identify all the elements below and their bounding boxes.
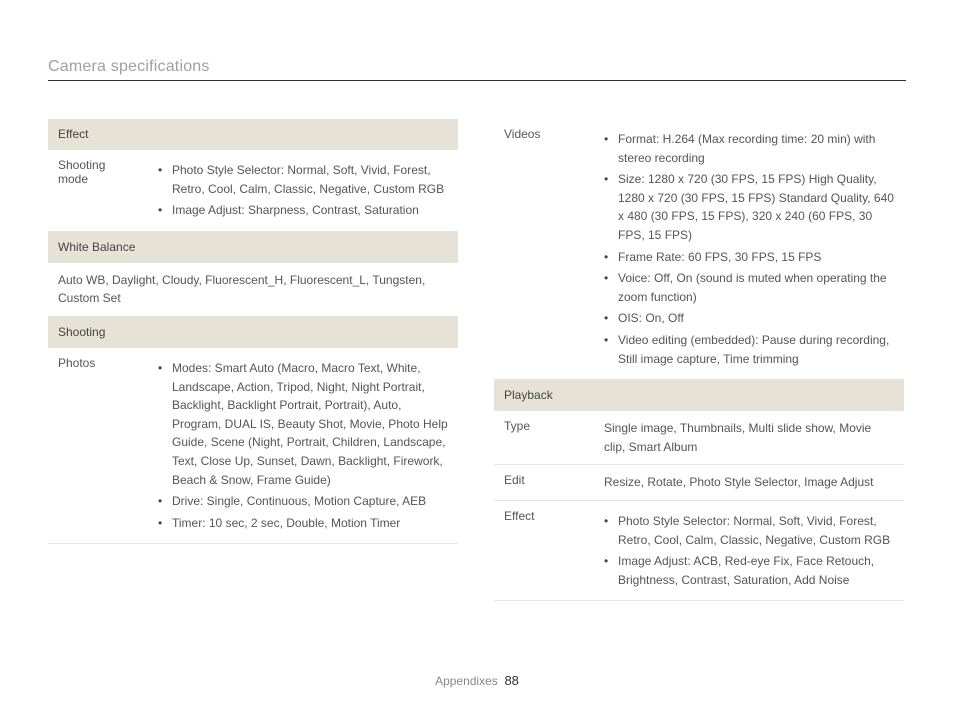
section-header: Shooting bbox=[48, 316, 458, 347]
list-item: Video editing (embedded): Pause during r… bbox=[604, 331, 894, 368]
section-row-wb: White Balance bbox=[48, 231, 458, 262]
label-type: Type bbox=[494, 411, 594, 465]
value-type: Single image, Thumbnails, Multi slide sh… bbox=[594, 411, 904, 465]
label-edit: Edit bbox=[494, 465, 594, 501]
list-item: Image Adjust: ACB, Red-eye Fix, Face Ret… bbox=[604, 552, 894, 589]
label-photos: Photos bbox=[48, 347, 148, 543]
row-shooting-mode: Shooting mode Photo Style Selector: Norm… bbox=[48, 150, 458, 232]
section-row-shooting: Shooting bbox=[48, 316, 458, 347]
spec-table-right: Videos Format: H.264 (Max recording time… bbox=[494, 119, 904, 601]
label-effect: Effect bbox=[494, 500, 594, 600]
page-title: Camera specifications bbox=[48, 58, 906, 76]
row-videos: Videos Format: H.264 (Max recording time… bbox=[494, 119, 904, 380]
section-header: Playback bbox=[494, 380, 904, 411]
value-wb: Auto WB, Daylight, Cloudy, Fluorescent_H… bbox=[48, 262, 458, 316]
footer-section: Appendixes bbox=[435, 674, 498, 688]
row-effect: Effect Photo Style Selector: Normal, Sof… bbox=[494, 500, 904, 600]
section-header: Effect bbox=[48, 119, 458, 150]
section-header: White Balance bbox=[48, 231, 458, 262]
row-wb-content: Auto WB, Daylight, Cloudy, Fluorescent_H… bbox=[48, 262, 458, 316]
value-photos: Modes: Smart Auto (Macro, Macro Text, Wh… bbox=[148, 347, 458, 543]
page-number: 88 bbox=[504, 673, 518, 688]
title-rule bbox=[48, 80, 906, 81]
list-item: Drive: Single, Continuous, Motion Captur… bbox=[158, 492, 448, 511]
value-shooting-mode: Photo Style Selector: Normal, Soft, Vivi… bbox=[148, 150, 458, 232]
row-edit: Edit Resize, Rotate, Photo Style Selecto… bbox=[494, 465, 904, 501]
section-row-effect: Effect bbox=[48, 119, 458, 150]
list-item: Format: H.264 (Max recording time: 20 mi… bbox=[604, 130, 894, 167]
row-photos: Photos Modes: Smart Auto (Macro, Macro T… bbox=[48, 347, 458, 543]
list-item: Photo Style Selector: Normal, Soft, Vivi… bbox=[158, 161, 448, 198]
row-type: Type Single image, Thumbnails, Multi sli… bbox=[494, 411, 904, 465]
list-item: Image Adjust: Sharpness, Contrast, Satur… bbox=[158, 201, 448, 220]
columns: Effect Shooting mode Photo Style Selecto… bbox=[48, 119, 906, 601]
left-column: Effect Shooting mode Photo Style Selecto… bbox=[48, 119, 458, 601]
right-column: Videos Format: H.264 (Max recording time… bbox=[494, 119, 904, 601]
spec-table-left: Effect Shooting mode Photo Style Selecto… bbox=[48, 119, 458, 544]
label-videos: Videos bbox=[494, 119, 594, 380]
list-item: Voice: Off, On (sound is muted when oper… bbox=[604, 269, 894, 306]
page-footer: Appendixes 88 bbox=[0, 673, 954, 688]
list-item: Timer: 10 sec, 2 sec, Double, Motion Tim… bbox=[158, 514, 448, 533]
label-shooting-mode: Shooting mode bbox=[48, 150, 148, 232]
list-item: Frame Rate: 60 FPS, 30 FPS, 15 FPS bbox=[604, 248, 894, 267]
list-item: Modes: Smart Auto (Macro, Macro Text, Wh… bbox=[158, 359, 448, 489]
value-edit: Resize, Rotate, Photo Style Selector, Im… bbox=[594, 465, 904, 501]
list-item: OIS: On, Off bbox=[604, 309, 894, 328]
list-item: Size: 1280 x 720 (30 FPS, 15 FPS) High Q… bbox=[604, 170, 894, 244]
value-videos: Format: H.264 (Max recording time: 20 mi… bbox=[594, 119, 904, 380]
list-item: Photo Style Selector: Normal, Soft, Vivi… bbox=[604, 512, 894, 549]
value-effect: Photo Style Selector: Normal, Soft, Vivi… bbox=[594, 500, 904, 600]
section-row-playback: Playback bbox=[494, 380, 904, 411]
